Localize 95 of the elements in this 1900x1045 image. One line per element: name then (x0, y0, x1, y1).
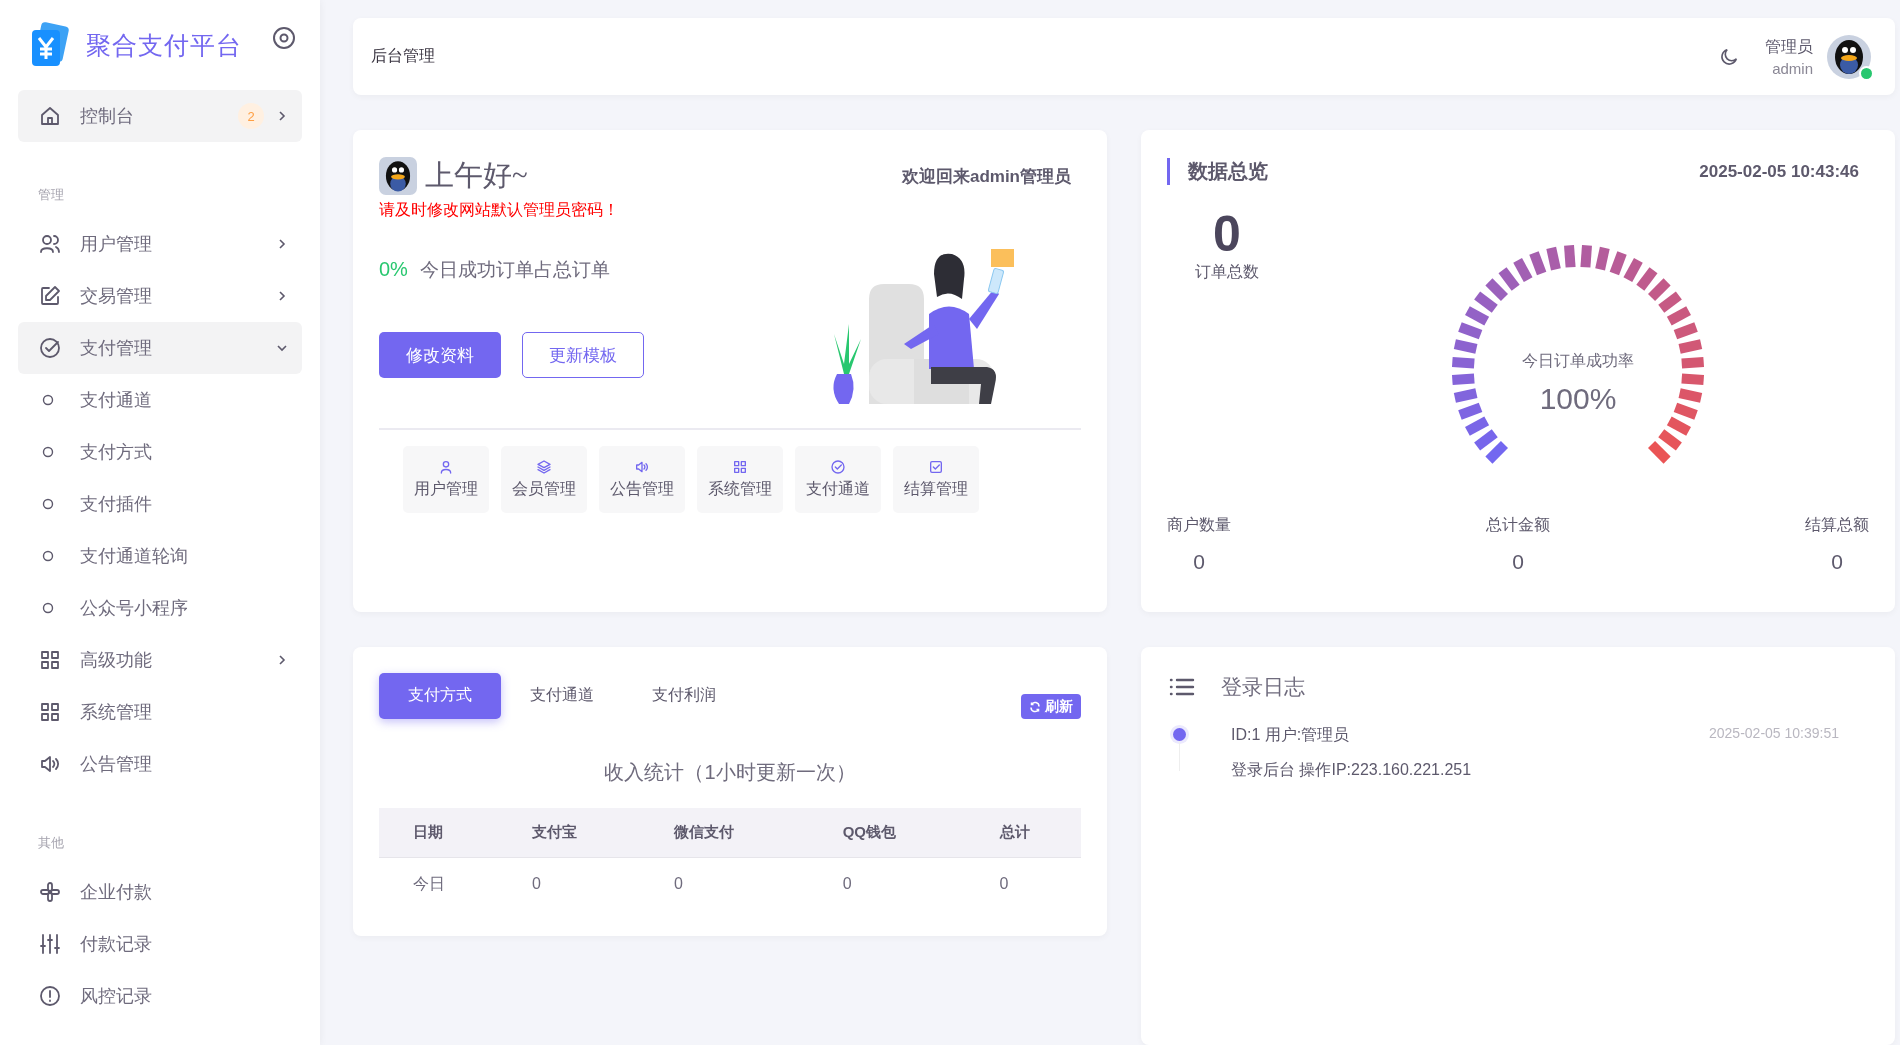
page-title: 后台管理 (371, 46, 435, 66)
edit-icon (38, 284, 62, 308)
circle-icon (42, 550, 54, 562)
shortcut-tile[interactable]: 公告管理 (599, 446, 685, 513)
gauge-label: 今日订单成功率 (1522, 351, 1634, 371)
success-rate-label: 今日成功订单占总订单 (419, 258, 610, 282)
stat-value: 0 (1831, 550, 1843, 574)
alert-icon (38, 984, 62, 1008)
tab[interactable]: 支付利润 (623, 672, 745, 719)
chevron-right-icon (276, 110, 288, 122)
update-template-button[interactable]: 更新模板 (522, 332, 644, 378)
datetime: 2025-02-05 10:43:46 (1699, 161, 1859, 182)
stat-label: 总计金额 (1486, 515, 1550, 535)
sidebar-item[interactable]: 用户管理 (18, 218, 302, 270)
refresh-button[interactable]: 刷新 (1021, 694, 1081, 719)
column-header: 微信支付 (640, 808, 809, 858)
table-cell: 0 (965, 857, 1081, 910)
count-badge: 2 (238, 103, 264, 129)
shortcut-tile[interactable]: 结算管理 (893, 446, 979, 513)
section-heading: 其他 (37, 834, 65, 852)
speaker-icon (634, 459, 650, 475)
shortcut-tile[interactable]: 系统管理 (697, 446, 783, 513)
sidebar-item[interactable]: 风控记录 (18, 970, 302, 1022)
table-cell: 0 (640, 857, 809, 910)
column-header: QQ钱包 (808, 808, 966, 858)
shortcut-tile[interactable]: 用户管理 (403, 446, 489, 513)
shortcut-tile[interactable]: 支付通道 (795, 446, 881, 513)
grid-icon (38, 700, 62, 724)
chevron-right-icon (276, 290, 288, 302)
section-heading: 管理 (37, 186, 65, 204)
sidebar-subitem[interactable]: 支付通道 (18, 374, 302, 426)
sidebar-item[interactable]: 企业付款 (18, 866, 302, 918)
user-id: admin (1772, 59, 1813, 77)
timeline-dot (1172, 728, 1186, 741)
circle-icon (42, 446, 54, 458)
layers-icon (536, 459, 552, 475)
user-icon (438, 459, 454, 475)
users-icon (38, 232, 62, 256)
grid-icon (38, 648, 62, 672)
home-icon (38, 104, 62, 128)
gauge-value: 100% (1539, 382, 1617, 416)
sidebar-item[interactable]: 交易管理 (18, 270, 302, 322)
greeting: 上午好~ (425, 158, 528, 193)
sidebar-item[interactable]: 支付管理 (18, 322, 302, 374)
success-rate: 0% (379, 258, 408, 281)
card-title: 数据总览 (1167, 158, 1268, 185)
check-icon (38, 336, 62, 360)
chevron-down-icon (276, 342, 288, 354)
check-icon (830, 459, 846, 475)
brand-name: 聚合支付平台 (86, 30, 242, 61)
edit-profile-button[interactable]: 修改资料 (379, 332, 501, 378)
sidebar-subitem[interactable]: 支付插件 (18, 478, 302, 530)
stat-value: 0 (1193, 550, 1205, 574)
log-entry-time: 2025-02-05 10:39:51 (1709, 725, 1839, 743)
sidebar-subitem[interactable]: 支付方式 (18, 426, 302, 478)
order-total-label: 订单总数 (1195, 262, 1259, 282)
stat-value: 0 (1512, 550, 1524, 574)
sidebar-item[interactable]: 公告管理 (18, 738, 302, 790)
welcome-text: 欢迎回来admin管理员 (901, 165, 1071, 188)
table-caption: 收入统计（1小时更新一次） (603, 760, 857, 785)
tab[interactable]: 支付方式 (379, 672, 501, 719)
user-name: 管理员 (1765, 36, 1813, 57)
sidebar-item[interactable]: 控制台 2 (18, 90, 302, 142)
circle-icon (42, 394, 54, 406)
sidebar-subitem[interactable]: 公众号小程序 (18, 582, 302, 634)
refresh-icon (1029, 700, 1041, 713)
chevron-right-icon (276, 238, 288, 250)
stat-label: 结算总额 (1805, 515, 1869, 535)
password-warning: 请及时修改网站默认管理员密码！ (379, 200, 620, 220)
target-icon[interactable] (272, 26, 296, 50)
penguin-avatar-icon[interactable] (1827, 34, 1871, 79)
sidebar-subitem[interactable]: 支付通道轮询 (18, 530, 302, 582)
shortcut-tile[interactable]: 会员管理 (501, 446, 587, 513)
log-entry-detail: 登录后台 操作IP:223.160.221.251 (1231, 760, 1473, 780)
penguin-avatar-icon (379, 157, 417, 195)
circle-icon (42, 602, 54, 614)
grid-icon (732, 459, 748, 475)
table-cell: 今日 (379, 857, 498, 910)
log-entry-title: ID:1 用户:管理员 (1231, 725, 1350, 745)
column-header: 日期 (379, 808, 498, 858)
chevron-right-icon (276, 654, 288, 666)
list-icon (1169, 677, 1195, 697)
column-header: 总计 (965, 808, 1081, 858)
column-header: 支付宝 (497, 808, 640, 858)
table-cell: 0 (808, 857, 966, 910)
table-cell: 0 (497, 857, 640, 910)
sidebar-item[interactable]: 系统管理 (18, 686, 302, 738)
circle-icon (42, 498, 54, 510)
order-total: 0 (1213, 207, 1241, 262)
card-title: 登录日志 (1221, 674, 1305, 701)
sidebar-item[interactable]: 高级功能 (18, 634, 302, 686)
sliders-icon (38, 932, 62, 956)
tab[interactable]: 支付通道 (501, 672, 623, 719)
sidebar-item[interactable]: 付款记录 (18, 918, 302, 970)
stat-label: 商户数量 (1167, 515, 1231, 535)
